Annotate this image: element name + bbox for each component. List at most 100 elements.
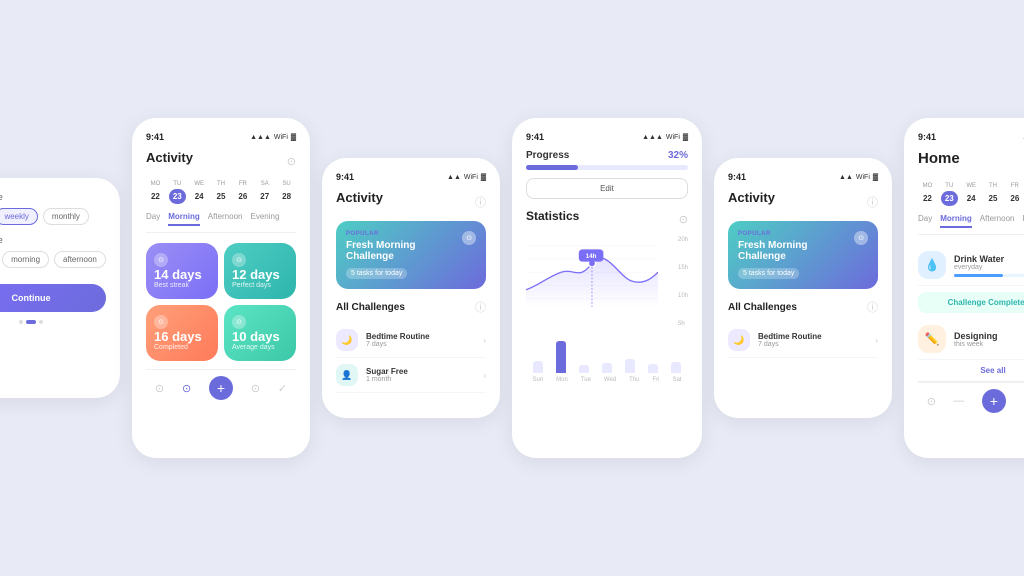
list-sub-sugarfree: 1 month [366,376,475,383]
cal-day-su[interactable]: SU 28 [277,181,296,204]
battery-3: ▓ [481,174,486,181]
info-icon-5[interactable]: ⓘ [867,194,878,210]
popular-badge-5: POPULAR [738,231,854,237]
info-icon-challenges-3[interactable]: ⓘ [475,299,486,315]
info-icon-challenges-5[interactable]: ⓘ [867,299,878,315]
bar-chart [526,333,688,373]
water-details: Drink Water everyday [954,254,1024,277]
cal-day-th[interactable]: TH 25 [212,181,231,204]
cal-day-fr-6[interactable]: FR 26 [1005,183,1024,206]
settings-icon-4[interactable]: ⊙ [679,213,688,226]
pill-monthly[interactable]: monthly [43,208,89,225]
stat-num-2: 12 days [232,267,288,282]
svg-text:14h: 14h [586,253,597,260]
pill-afternoon[interactable]: afternoon [54,251,106,268]
list-info-sugarfree: Sugar Free 1 month [366,367,475,383]
stat-icon-3: ⊙ [154,315,168,329]
cal-day-we[interactable]: WE 24 [190,181,209,204]
continue-button[interactable]: Continue [0,284,106,312]
list-sub-bedtime: 7 days [366,341,475,348]
status-icons: ▲▲▲ WiFi ▓ [250,134,296,141]
status-bar-5: 9:41 ▲▲ WiFi ▓ [728,172,878,182]
time-3: 9:41 [336,172,354,182]
settings-icon[interactable]: ⊙ [287,155,296,168]
challenges-header-3: All Challenges ⓘ [336,299,486,315]
progress-pct: 32% [668,150,688,161]
calendar-row: MO 22 TU 23 WE 24 TH 25 FR 26 SA 27 SU 2… [146,181,296,204]
design-details: Designing this week [954,331,1024,348]
signal-icon: ▲▲▲ [250,134,271,141]
stats-header: Statistics ⊙ [526,209,688,229]
cal-day-tu[interactable]: TU 23 [168,181,187,204]
cal-day-we-6[interactable]: WE 24 [962,183,981,206]
cal-day-fr[interactable]: FR 26 [233,181,252,204]
tab-morning-6[interactable]: Morning [940,214,972,228]
progress-header: Progress 32% [526,150,688,161]
nav-minus-6[interactable]: — [953,395,964,407]
nav-active-icon[interactable]: ⊙ [182,382,191,395]
challenge-card-5[interactable]: POPULAR Fresh Morning Challenge ⊙ 5 task… [728,221,878,289]
info-icon-3[interactable]: ⓘ [475,194,486,210]
nav-chart-icon[interactable]: ⊙ [251,382,260,395]
home-header: Home ⊙ [918,150,1024,175]
battery-4: ▓ [683,134,688,141]
dot-2 [26,320,36,324]
activity-designing[interactable]: ✏️ Designing this week 1/3 per day [918,319,1024,360]
cal-day-mo-6[interactable]: MO 22 [918,183,937,206]
list-item-bedtime-5[interactable]: 🌙 Bedtime Routine 7 days › [728,323,878,358]
fab-add-6[interactable]: + [982,389,1006,413]
activity-card-tall: 9:41 ▲▲▲ WiFi ▓ Activity ⊙ MO 22 TU 23 W… [132,118,310,458]
tab-day[interactable]: Day [146,212,160,226]
arrow-bedtime: › [483,336,486,345]
list-item-sugarfree[interactable]: 👤 Sugar Free 1 month › [336,358,486,393]
challenge-title-3: Fresh Morning Challenge [346,240,462,262]
status-bar-3: 9:41 ▲▲ WiFi ▓ [336,172,486,182]
battery-5: ▓ [873,174,878,181]
activity-water[interactable]: 💧 Drink Water everyday 3/5 glasses [918,245,1024,286]
water-progress-fill [954,274,1003,277]
signal-4: ▲▲▲ [642,134,663,141]
stat-num-1: 14 days [154,267,210,282]
statistics-title: Statistics [526,209,579,223]
popular-badge-3: POPULAR [346,231,462,237]
cal-day-mo[interactable]: MO 22 [146,181,165,204]
cal-day-th-6[interactable]: TH 25 [984,183,1003,206]
battery-icon: ▓ [291,134,296,141]
pill-morning[interactable]: morning [2,251,49,268]
challenge-title-5: Fresh Morning Challenge [738,240,854,262]
list-sub-bedtime-5: 7 days [758,341,867,348]
challenge-completed-badge: Challenge Completed ✓ [918,292,1024,313]
nav-check-icon[interactable]: ✓ [278,382,287,395]
pill-weekly[interactable]: weekly [0,208,38,225]
tab-day-6[interactable]: Day [918,214,932,228]
task-badge-3: 5 tasks for today [346,268,407,279]
activity-card-bottom: 9:41 ▲▲ WiFi ▓ Activity ⓘ POPULAR Fresh … [714,158,892,418]
cal-day-tu-6[interactable]: TU 23 [940,183,959,206]
list-item-bedtime[interactable]: 🌙 Bedtime Routine 7 days › [336,323,486,358]
stat-label-3: Completed [154,344,210,351]
list-info-bedtime: Bedtime Routine 7 days [366,332,475,348]
edit-button[interactable]: Edit [526,178,688,199]
page-indicator [0,320,106,324]
nav-home-6[interactable]: ⊙ [927,395,936,408]
tab-evening[interactable]: Evening [250,212,279,226]
cal-day-sa[interactable]: SA 27 [255,181,274,204]
tab-afternoon[interactable]: Afternoon [208,212,243,226]
bottom-nav: ⊙ ⊙ + ⊙ ✓ [146,369,296,406]
stat-icon-2: ⊙ [232,253,246,267]
bar-mon [549,341,572,373]
nav-home-icon[interactable]: ⊙ [155,382,164,395]
tab-morning[interactable]: Morning [168,212,200,226]
bottom-nav-6: ⊙ — + ⊙ ✓ [918,382,1024,419]
challenge-meta-3: 5 tasks for today [346,268,476,279]
tabs-row-6: Day Morning Afternoon Evening [918,214,1024,235]
fab-add[interactable]: + [209,376,233,400]
see-all-link[interactable]: See all [918,360,1024,381]
icons-5: ▲▲ WiFi ▓ [839,174,878,181]
bar-sat [665,362,688,373]
section-header-3: Activity ⓘ [336,190,486,213]
tab-afternoon-6[interactable]: Afternoon [980,214,1015,228]
challenge-card-3[interactable]: POPULAR Fresh Morning Challenge ⊙ 5 task… [336,221,486,289]
challenges-header-5: All Challenges ⓘ [728,299,878,315]
stat-num-3: 16 days [154,329,210,344]
